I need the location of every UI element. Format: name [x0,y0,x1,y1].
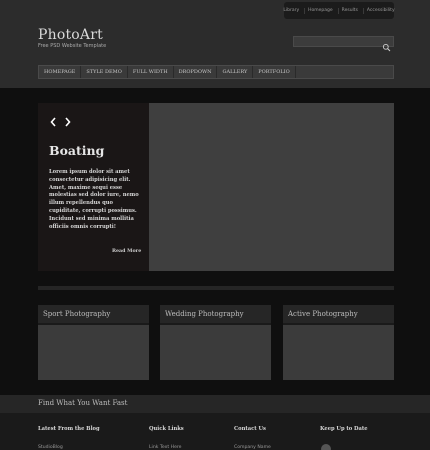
footer-blog-item[interactable]: StudioBlog [38,445,63,450]
section-divider [38,286,394,290]
nav-item-portfolio[interactable]: PORTFOLIO [253,66,296,78]
category-card-sport[interactable]: Sport Photography [38,305,149,380]
read-more-link[interactable]: Read More [112,248,141,254]
slide-description: Lorem ipsum dolor sit amet consectetur a… [49,169,139,230]
footer-heading-contact: Contact Us [234,426,266,432]
category-image[interactable] [38,325,149,380]
category-image[interactable] [160,325,271,380]
category-title: Active Photography [283,305,394,323]
nav-item-dropdown[interactable]: DROPDOWN [174,66,218,78]
site-tagline: Free PSD Website Template [38,43,107,49]
top-link-library[interactable]: Library [280,8,302,14]
top-link-results[interactable]: Results [337,7,361,14]
category-title: Sport Photography [38,305,149,323]
next-arrow-icon[interactable] [65,117,71,127]
nav-item-homepage[interactable]: HOMEPAGE [39,66,82,78]
footer-heading-blog: Latest From the Blog [38,426,100,432]
search-icon[interactable] [382,37,391,52]
search-input[interactable] [296,37,380,46]
top-links-bar: Library Homepage Results Accessibility [283,2,395,19]
footer-quick-link-item[interactable]: Link Text Here [149,445,182,450]
top-link-homepage[interactable]: Homepage [304,7,336,14]
site-footer: Latest From the Blog Quick Links Contact… [0,413,430,450]
category-card-active[interactable]: Active Photography [283,305,394,380]
nav-item-full-width[interactable]: FULL WIDTH [128,66,174,78]
main-nav: HOMEPAGE STYLE DEMO FULL WIDTH DROPDOWN … [38,65,394,79]
footer-heading-quick-links: Quick Links [149,426,184,432]
top-link-accessibility[interactable]: Accessibility [362,7,398,14]
category-image[interactable] [283,325,394,380]
category-card-wedding[interactable]: Wedding Photography [160,305,271,380]
site-header: Library Homepage Results Accessibility P… [0,0,430,88]
search-box [293,36,394,52]
prev-arrow-icon[interactable] [50,117,56,127]
social-icon[interactable] [321,444,331,450]
featured-slider: Boating Lorem ipsum dolor sit amet conse… [38,103,394,271]
footer-contact-item: Company Name [234,445,271,450]
site-logo[interactable]: PhotoArt [38,27,103,43]
find-bar: Find What You Want Fast [0,395,430,413]
slider-caption-panel: Boating Lorem ipsum dolor sit amet conse… [38,103,149,271]
category-title: Wedding Photography [160,305,271,323]
slide-title: Boating [49,143,105,158]
find-title: Find What You Want Fast [38,399,128,407]
nav-item-style-demo[interactable]: STYLE DEMO [81,66,128,78]
slider-arrows [49,114,73,128]
nav-item-gallery[interactable]: GALLERY [217,66,254,78]
footer-heading-keep-up: Keep Up to Date [320,426,368,432]
